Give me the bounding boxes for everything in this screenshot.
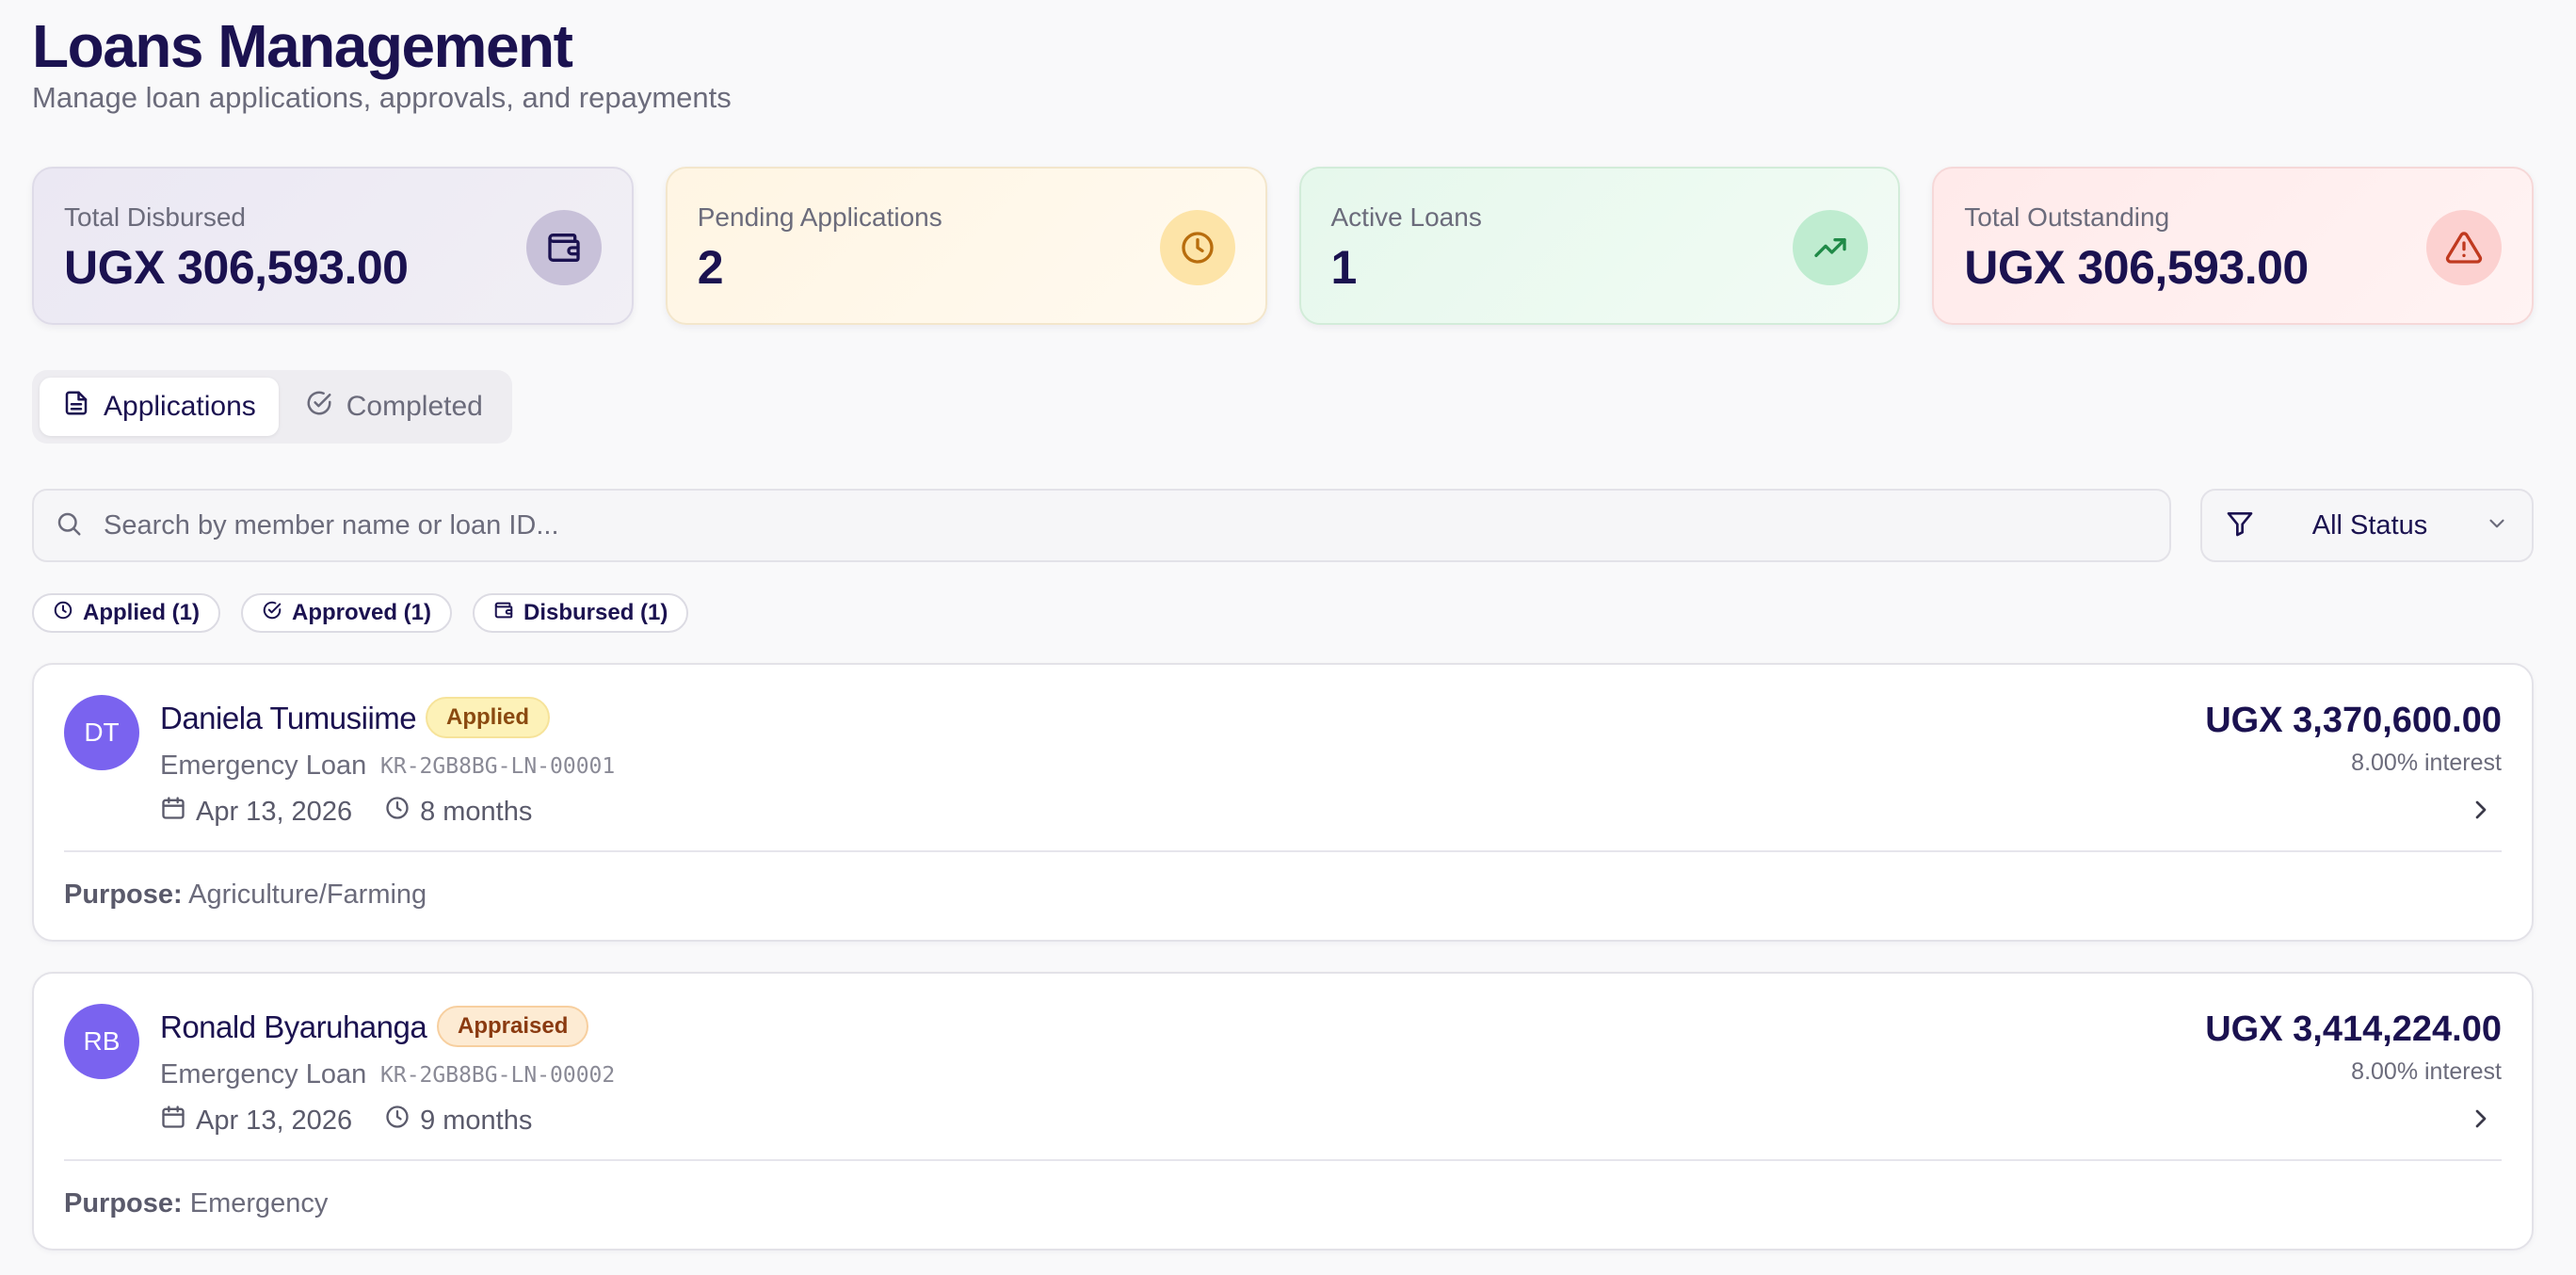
- trending-up-icon: [1793, 210, 1869, 285]
- tab-label: Applications: [104, 391, 256, 422]
- stat-value: UGX 306,593.00: [1964, 241, 2309, 294]
- card-divider: [64, 1159, 2502, 1161]
- status-filter-select[interactable]: All Status: [2200, 489, 2534, 562]
- tab-completed[interactable]: Completed: [282, 378, 506, 436]
- stat-card-total-disbursed: Total Disbursed UGX 306,593.00: [32, 167, 634, 325]
- purpose-value: Emergency: [189, 1188, 329, 1219]
- filter-selected-value: All Status: [2311, 509, 2428, 541]
- stat-value: UGX 306,593.00: [64, 241, 409, 294]
- loan-tabs: Applications Completed: [32, 370, 512, 444]
- alert-triangle-icon: [2426, 210, 2502, 285]
- loan-card[interactable]: DT Daniela Tumusiime Applied Emergency L…: [32, 663, 2534, 942]
- search-input[interactable]: [102, 508, 2169, 542]
- calendar-icon: [160, 795, 186, 829]
- loan-date: Apr 13, 2026: [196, 796, 353, 827]
- loan-interest: 8.00% interest: [2351, 1058, 2502, 1085]
- loan-type: Emergency Loan: [160, 1059, 367, 1089]
- check-circle-icon: [262, 600, 282, 627]
- chip-label: Approved (1): [292, 600, 432, 625]
- loan-amount: UGX 3,414,224.00: [2205, 1009, 2502, 1049]
- chevron-down-icon: [2485, 511, 2509, 541]
- chip-label: Disbursed (1): [523, 600, 668, 625]
- document-icon: [62, 389, 90, 425]
- calendar-icon: [160, 1104, 186, 1138]
- stat-value: 2: [697, 241, 724, 294]
- avatar: RB: [64, 1004, 139, 1079]
- stats-row: Total Disbursed UGX 306,593.00 Pending A…: [32, 167, 2534, 325]
- purpose-label: Purpose:: [64, 880, 183, 910]
- chip-label: Applied (1): [83, 600, 200, 625]
- check-circle-icon: [305, 389, 333, 425]
- clock-icon: [53, 600, 73, 627]
- tab-label: Completed: [346, 391, 483, 422]
- search-box: [32, 489, 2171, 562]
- chip-disbursed[interactable]: Disbursed (1): [473, 593, 689, 633]
- stat-label: Pending Applications: [697, 202, 942, 232]
- clock-icon: [384, 1104, 411, 1138]
- chevron-right-icon[interactable]: [2466, 795, 2496, 830]
- stat-card-active-loans: Active Loans 1: [1298, 167, 1901, 325]
- status-badge: Applied: [426, 697, 550, 738]
- chip-applied[interactable]: Applied (1): [32, 593, 220, 633]
- loan-meta: Apr 13, 2026 8 months: [160, 795, 532, 829]
- loans-page: Loans Management Manage loan application…: [0, 0, 2576, 1275]
- loan-purpose: Purpose: Emergency: [64, 1188, 328, 1219]
- loan-purpose: Purpose: Agriculture/Farming: [64, 880, 427, 911]
- loan-term: 8 months: [420, 796, 533, 827]
- page-title: Loans Management: [32, 12, 573, 80]
- stat-label: Active Loans: [1330, 202, 1482, 232]
- member-name: Ronald Byaruhanga: [160, 1009, 427, 1044]
- purpose-label: Purpose:: [64, 1188, 183, 1219]
- status-chips: Applied (1) Approved (1) Disbursed (1): [32, 593, 689, 633]
- loan-id: KR-2GB8BG-LN-00001: [380, 754, 616, 779]
- search-icon: [55, 509, 83, 542]
- wallet-icon: [525, 210, 602, 285]
- clock-icon: [384, 795, 411, 829]
- wallet-icon: [493, 600, 514, 627]
- chip-approved[interactable]: Approved (1): [241, 593, 453, 633]
- stat-card-total-outstanding: Total Outstanding UGX 306,593.00: [1932, 167, 2534, 325]
- avatar: DT: [64, 695, 139, 770]
- loan-card[interactable]: RB Ronald Byaruhanga Appraised Emergency…: [32, 972, 2534, 1251]
- loan-id: KR-2GB8BG-LN-00002: [380, 1063, 616, 1088]
- card-divider: [64, 850, 2502, 852]
- status-badge: Appraised: [437, 1006, 589, 1047]
- filter-icon: [2225, 508, 2255, 543]
- purpose-value: Agriculture/Farming: [188, 880, 427, 910]
- stat-label: Total Outstanding: [1964, 202, 2170, 232]
- loan-date: Apr 13, 2026: [196, 1105, 353, 1136]
- loan-meta: Apr 13, 2026 9 months: [160, 1104, 532, 1138]
- loan-amount: UGX 3,370,600.00: [2205, 701, 2502, 740]
- clock-icon: [1159, 210, 1235, 285]
- stat-value: 1: [1330, 241, 1358, 294]
- stat-label: Total Disbursed: [64, 202, 246, 232]
- page-subtitle: Manage loan applications, approvals, and…: [32, 81, 732, 114]
- member-name: Daniela Tumusiime: [160, 701, 417, 735]
- loan-type: Emergency Loan: [160, 750, 367, 781]
- stat-card-pending-applications: Pending Applications 2: [665, 167, 1267, 325]
- tab-applications[interactable]: Applications: [40, 378, 279, 436]
- loan-term: 9 months: [420, 1105, 533, 1136]
- chevron-right-icon[interactable]: [2466, 1104, 2496, 1138]
- loan-interest: 8.00% interest: [2351, 750, 2502, 776]
